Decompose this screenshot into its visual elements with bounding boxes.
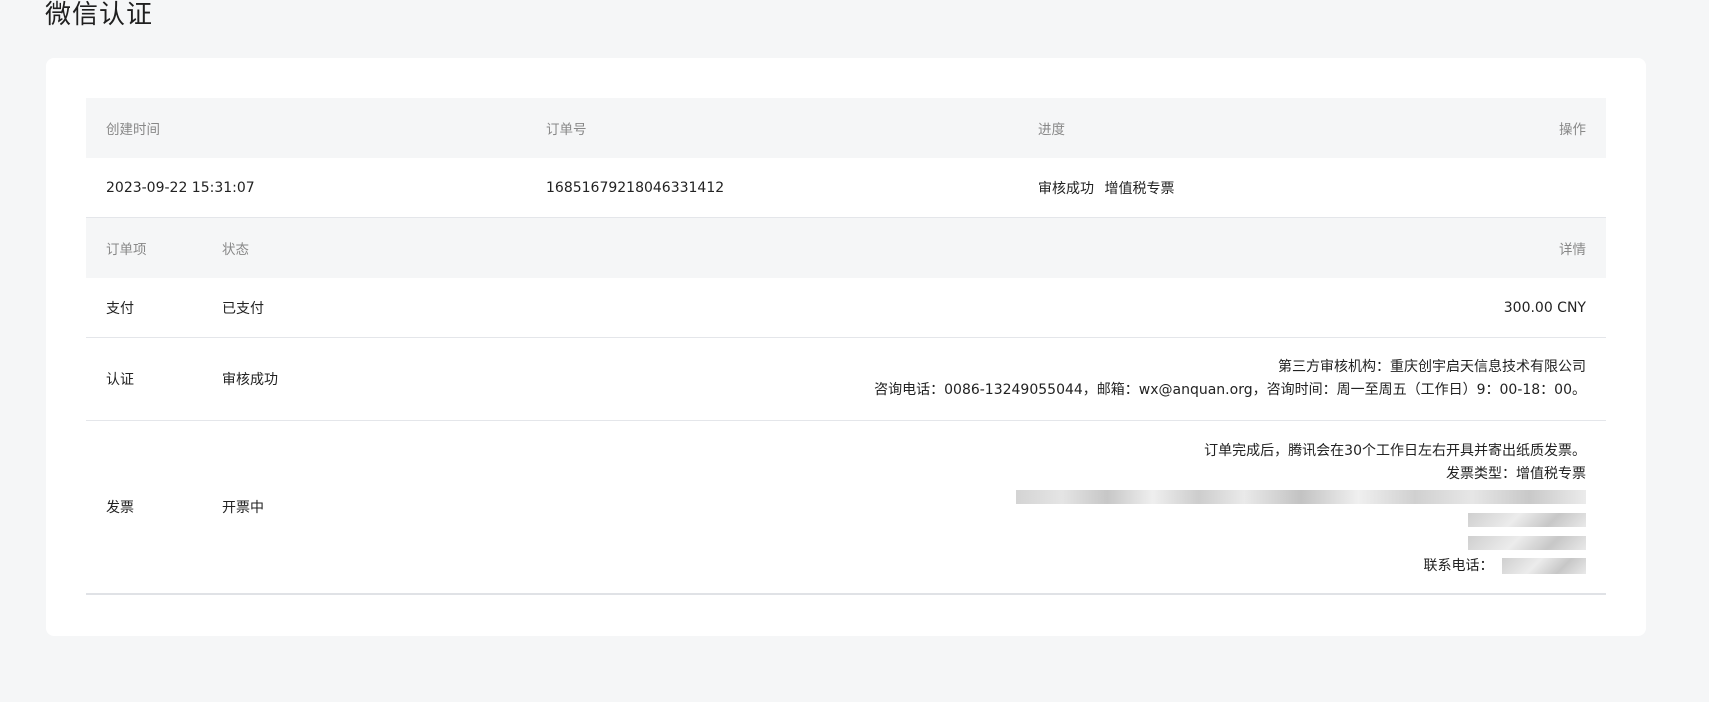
redacted-block [1468,513,1586,527]
items-header-row: 订单项 状态 详情 [86,218,1606,278]
payment-item: 支付 [106,300,134,317]
invoice-item: 发票 [106,500,134,516]
redacted-address [1016,490,1586,504]
certification-agency: 第三方审核机构：重庆创宇启天信息技术有限公司 [1278,359,1586,375]
redacted-block [1468,536,1586,550]
invoice-redacted-line-1 [1016,509,1586,532]
certification-item: 认证 [106,372,134,388]
header-created-time: 创建时间 [106,122,160,138]
created-time: 2023-09-22 15:31:07 [106,179,255,196]
invoice-type-tag: 增值税专票 [1104,180,1175,197]
header-detail: 详情 [1559,242,1586,258]
certification-status: 审核成功 [222,372,278,388]
order-card: 创建时间 订单号 进度 操作 2023-09-22 15:31:07 16851… [46,58,1646,636]
progress-status: 审核成功 增值税专票 [1038,178,1174,198]
payment-amount: 300.00 CNY [1503,299,1586,316]
header-action: 操作 [1559,122,1586,138]
header-progress: 进度 [1038,122,1065,138]
order-table: 创建时间 订单号 进度 操作 2023-09-22 15:31:07 16851… [86,98,1606,595]
certification-contact: 咨询电话：0086-13249055044，邮箱：wx@anquan.org，咨… [874,382,1586,398]
progress-status-text: 审核成功 [1038,180,1094,197]
header-status: 状态 [222,242,249,258]
certification-detail: 第三方审核机构：重庆创宇启天信息技术有限公司 咨询电话：0086-1324905… [874,356,1586,402]
invoice-address-redacted [1016,486,1586,509]
invoice-status: 开票中 [222,500,264,516]
payment-status: 已支付 [222,300,264,317]
payment-row: 支付 已支付 300.00 CNY [86,278,1606,338]
invoice-contact-label: 联系电话： [1423,558,1494,574]
invoice-notice: 订单完成后，腾讯会在30个工作日左右开具并寄出纸质发票。 [1204,443,1586,459]
invoice-type: 发票类型：增值税专票 [1446,466,1586,482]
page-title: 微信认证 [45,0,154,30]
order-row: 2023-09-22 15:31:07 16851679218046331412… [86,158,1606,218]
order-number: 16851679218046331412 [546,179,725,196]
invoice-row: 发票 开票中 订单完成后，腾讯会在30个工作日左右开具并寄出纸质发票。 发票类型… [86,421,1606,595]
header-order-number: 订单号 [546,122,587,138]
invoice-contact: 联系电话： [1016,555,1586,578]
certification-row: 认证 审核成功 第三方审核机构：重庆创宇启天信息技术有限公司 咨询电话：0086… [86,338,1606,421]
redacted-phone [1502,558,1586,574]
invoice-redacted-line-2 [1016,532,1586,555]
invoice-detail: 订单完成后，腾讯会在30个工作日左右开具并寄出纸质发票。 发票类型：增值税专票 … [1016,440,1586,578]
header-order-item: 订单项 [106,242,147,258]
order-header-row: 创建时间 订单号 进度 操作 [86,98,1606,158]
